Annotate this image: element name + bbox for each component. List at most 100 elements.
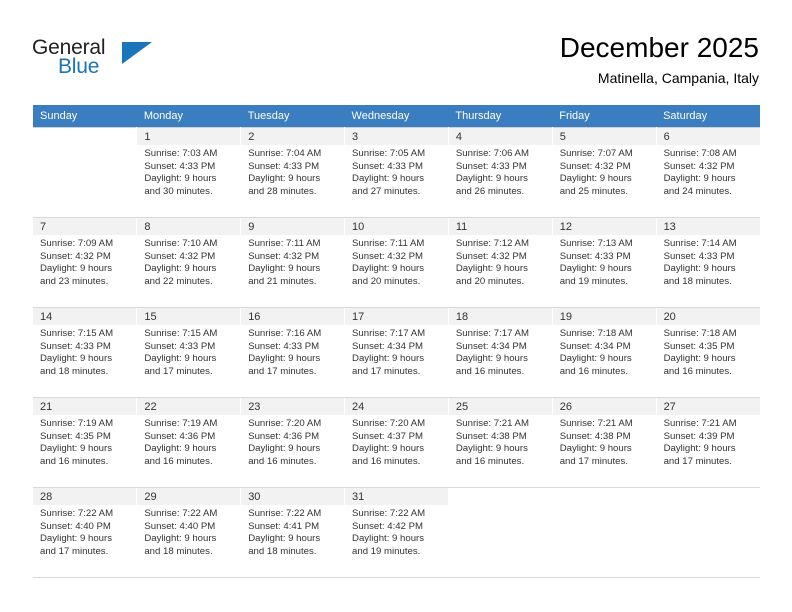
sunset-time: Sunset: 4:33 PM <box>144 340 216 352</box>
calendar-day-cell[interactable]: 22 Sunrise: 7:19 AM Sunset: 4:36 PM Dayligh… <box>136 397 242 488</box>
weekday-header-wednesday: Wednesday <box>344 105 449 128</box>
sunrise-time: Sunrise: 7:22 AM <box>40 508 114 519</box>
sunrise-time: Sunrise: 7:15 AM <box>144 328 218 339</box>
day-cell-inner: 30 Sunrise: 7:22 AM Sunset: 4:41 PM Dayligh… <box>241 488 345 577</box>
calendar-day-cell[interactable]: 27 Sunrise: 7:21 AM Sunset: 4:39 PM Dayligh… <box>656 397 760 488</box>
calendar-day-cell[interactable]: 9 Sunrise: 7:11 AM Sunset: 4:32 PM Daylight… <box>240 217 346 308</box>
calendar-week-row: 7 Sunrise: 7:09 AM Sunset: 4:32 PM Daylight… <box>33 217 760 308</box>
calendar-page: General Blue December 2025 Matinella, Ca… <box>0 0 792 612</box>
sunset-time: Sunset: 4:32 PM <box>663 160 735 172</box>
calendar-day-cell[interactable]: 23 Sunrise: 7:20 AM Sunset: 4:36 PM Dayligh… <box>240 397 346 488</box>
day-details: Sunrise: 7:22 AM Sunset: 4:42 PM Daylight:… <box>345 505 448 558</box>
day-number <box>552 488 656 505</box>
logo-text-blue: Blue <box>58 55 100 78</box>
day-details: Sunrise: 7:19 AM Sunset: 4:36 PM Daylight:… <box>137 415 240 468</box>
calendar-day-cell[interactable]: 15 Sunrise: 7:15 AM Sunset: 4:33 PM Dayligh… <box>136 307 242 398</box>
calendar-day-cell[interactable]: 30 Sunrise: 7:22 AM Sunset: 4:41 PM Dayligh… <box>240 487 346 578</box>
sunrise-time: Sunrise: 7:18 AM <box>559 328 633 339</box>
day-details: Sunrise: 7:19 AM Sunset: 4:35 PM Daylight:… <box>33 415 136 468</box>
daylight-duration-line2: and 18 minutes. <box>40 365 109 377</box>
calendar-day-cell-empty <box>656 487 760 578</box>
calendar-day-cell[interactable]: 20 Sunrise: 7:18 AM Sunset: 4:35 PM Dayligh… <box>656 307 760 398</box>
day-number: 23 <box>241 398 345 415</box>
day-number: 27 <box>656 398 760 415</box>
calendar-day-cell[interactable]: 11 Sunrise: 7:12 AM Sunset: 4:32 PM Dayligh… <box>448 217 553 308</box>
daylight-duration-line2: and 20 minutes. <box>455 275 525 287</box>
calendar-day-cell[interactable]: 8 Sunrise: 7:10 AM Sunset: 4:32 PM Daylight… <box>136 217 242 308</box>
sunrise-time: Sunrise: 7:17 AM <box>455 328 529 339</box>
day-number: 3 <box>345 128 448 145</box>
day-cell-inner: 13 Sunrise: 7:14 AM Sunset: 4:33 PM Dayligh… <box>656 218 760 307</box>
daylight-duration-line1: Daylight: 9 hours <box>352 263 425 275</box>
calendar-day-cell[interactable]: 12 Sunrise: 7:13 AM Sunset: 4:33 PM Dayligh… <box>552 217 657 308</box>
sunset-time: Sunset: 4:32 PM <box>352 250 423 262</box>
calendar-day-cell[interactable]: 6 Sunrise: 7:08 AM Sunset: 4:32 PM Daylight… <box>656 127 760 218</box>
calendar-day-cell[interactable]: 13 Sunrise: 7:14 AM Sunset: 4:33 PM Dayligh… <box>656 217 760 308</box>
calendar-day-cell[interactable]: 24 Sunrise: 7:20 AM Sunset: 4:37 PM Dayligh… <box>344 397 449 488</box>
calendar-day-cell[interactable]: 18 Sunrise: 7:17 AM Sunset: 4:34 PM Dayligh… <box>448 307 553 398</box>
calendar-day-cell[interactable]: 21 Sunrise: 7:19 AM Sunset: 4:35 PM Dayligh… <box>33 397 138 488</box>
calendar-day-cell[interactable]: 2 Sunrise: 7:04 AM Sunset: 4:33 PM Daylight… <box>240 127 346 218</box>
calendar-day-cell[interactable]: 1 Sunrise: 7:03 AM Sunset: 4:33 PM Daylight… <box>136 127 242 218</box>
daylight-duration-line2: and 28 minutes. <box>248 185 317 197</box>
day-cell-inner: 15 Sunrise: 7:15 AM Sunset: 4:33 PM Dayligh… <box>137 308 241 397</box>
sunrise-time: Sunrise: 7:14 AM <box>663 238 737 249</box>
sunrise-sunset-calendar: Sunday Monday Tuesday Wednesday Thursday… <box>33 105 760 578</box>
daylight-duration-line1: Daylight: 9 hours <box>559 443 632 455</box>
calendar-day-cell[interactable]: 10 Sunrise: 7:11 AM Sunset: 4:32 PM Dayligh… <box>344 217 449 308</box>
day-number: 20 <box>656 308 760 325</box>
day-details: Sunrise: 7:17 AM Sunset: 4:34 PM Daylight:… <box>345 325 448 378</box>
sunset-time: Sunset: 4:41 PM <box>248 520 320 532</box>
daylight-duration-line2: and 18 minutes. <box>248 545 317 557</box>
daylight-duration-line2: and 16 minutes. <box>559 365 628 377</box>
calendar-day-cell[interactable]: 25 Sunrise: 7:21 AM Sunset: 4:38 PM Dayligh… <box>448 397 553 488</box>
day-number: 5 <box>552 128 656 145</box>
calendar-day-cell[interactable]: 4 Sunrise: 7:06 AM Sunset: 4:33 PM Daylight… <box>448 127 553 218</box>
day-number: 17 <box>345 308 448 325</box>
calendar-day-cell[interactable]: 28 Sunrise: 7:22 AM Sunset: 4:40 PM Dayligh… <box>33 487 138 578</box>
sunrise-time: Sunrise: 7:06 AM <box>455 148 529 159</box>
day-cell-inner <box>656 488 760 577</box>
daylight-duration-line2: and 21 minutes. <box>248 275 317 287</box>
sunrise-time: Sunrise: 7:07 AM <box>559 148 633 159</box>
day-number: 19 <box>552 308 656 325</box>
sunrise-time: Sunrise: 7:15 AM <box>40 328 114 339</box>
calendar-day-cell[interactable]: 5 Sunrise: 7:07 AM Sunset: 4:32 PM Daylight… <box>552 127 657 218</box>
day-details: Sunrise: 7:06 AM Sunset: 4:33 PM Daylight:… <box>449 145 552 198</box>
calendar-day-cell[interactable]: 16 Sunrise: 7:16 AM Sunset: 4:33 PM Dayligh… <box>240 307 346 398</box>
calendar-week-row: 21 Sunrise: 7:19 AM Sunset: 4:35 PM Dayligh… <box>33 397 760 488</box>
sunrise-time: Sunrise: 7:10 AM <box>144 238 218 249</box>
sunset-time: Sunset: 4:42 PM <box>352 520 423 532</box>
daylight-duration-line1: Daylight: 9 hours <box>559 263 632 275</box>
calendar-day-cell[interactable]: 31 Sunrise: 7:22 AM Sunset: 4:42 PM Dayligh… <box>344 487 449 578</box>
daylight-duration-line1: Daylight: 9 hours <box>559 173 632 185</box>
calendar-day-cell-empty <box>33 127 138 218</box>
daylight-duration-line1: Daylight: 9 hours <box>248 173 321 185</box>
sunset-time: Sunset: 4:33 PM <box>248 340 320 352</box>
sunrise-time: Sunrise: 7:21 AM <box>663 418 737 429</box>
day-details: Sunrise: 7:04 AM Sunset: 4:33 PM Daylight:… <box>241 145 344 198</box>
calendar-day-cell[interactable]: 17 Sunrise: 7:17 AM Sunset: 4:34 PM Dayligh… <box>344 307 449 398</box>
sunset-time: Sunset: 4:35 PM <box>663 340 735 352</box>
daylight-duration-line2: and 18 minutes. <box>663 275 732 287</box>
sunrise-time: Sunrise: 7:17 AM <box>352 328 426 339</box>
day-number: 15 <box>137 308 241 325</box>
calendar-day-cell[interactable]: 26 Sunrise: 7:21 AM Sunset: 4:38 PM Dayligh… <box>552 397 657 488</box>
day-number: 9 <box>241 218 345 235</box>
day-cell-inner <box>448 488 552 577</box>
sunrise-time: Sunrise: 7:04 AM <box>248 148 322 159</box>
calendar-day-cell[interactable]: 3 Sunrise: 7:05 AM Sunset: 4:33 PM Daylight… <box>344 127 449 218</box>
calendar-day-cell[interactable]: 19 Sunrise: 7:18 AM Sunset: 4:34 PM Dayligh… <box>552 307 657 398</box>
day-details: Sunrise: 7:22 AM Sunset: 4:40 PM Daylight:… <box>137 505 240 558</box>
day-number: 16 <box>241 308 345 325</box>
day-number: 25 <box>448 398 552 415</box>
weekday-header-tuesday: Tuesday <box>240 105 345 128</box>
page-title: December 2025 <box>559 32 759 63</box>
day-cell-inner: 12 Sunrise: 7:13 AM Sunset: 4:33 PM Dayligh… <box>552 218 656 307</box>
calendar-day-cell[interactable]: 14 Sunrise: 7:15 AM Sunset: 4:33 PM Dayligh… <box>33 307 138 398</box>
daylight-duration-line2: and 17 minutes. <box>40 545 109 557</box>
logo-triangle-icon <box>122 42 152 64</box>
daylight-duration-line2: and 16 minutes. <box>663 365 732 377</box>
calendar-day-cell[interactable]: 7 Sunrise: 7:09 AM Sunset: 4:32 PM Daylight… <box>33 217 138 308</box>
calendar-day-cell[interactable]: 29 Sunrise: 7:22 AM Sunset: 4:40 PM Dayligh… <box>136 487 242 578</box>
